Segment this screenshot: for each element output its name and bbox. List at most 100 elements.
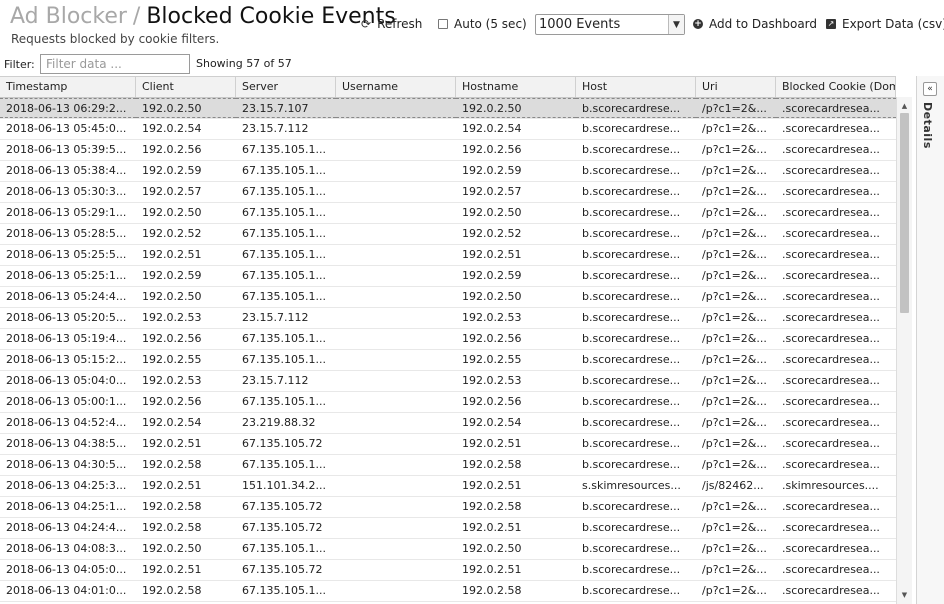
table-row[interactable]: 2018-06-13 04:30:5... 192.0.2.58 67.135.10… bbox=[0, 455, 896, 476]
table-cell: 192.0.2.52 bbox=[142, 227, 202, 240]
table-cell: .scorecardresea... bbox=[782, 521, 880, 534]
table-row[interactable]: 2018-06-13 04:38:5... 192.0.2.51 67.135.10… bbox=[0, 434, 896, 455]
table-row[interactable]: 2018-06-13 04:08:3... 192.0.2.50 67.135.10… bbox=[0, 539, 896, 560]
table-cell: 192.0.2.55 bbox=[142, 353, 202, 366]
add-to-dashboard-button[interactable]: + Add to Dashboard bbox=[693, 14, 817, 34]
table-cell: 67.135.105.1... bbox=[242, 458, 326, 471]
table-cell: 192.0.2.58 bbox=[142, 584, 202, 597]
column-header-host[interactable]: Host bbox=[576, 77, 696, 97]
table-cell bbox=[336, 119, 456, 139]
table-cell: 192.0.2.51 bbox=[462, 563, 522, 576]
table-cell: b.scorecardrese... bbox=[582, 206, 681, 219]
table-row[interactable]: 2018-06-13 04:24:4... 192.0.2.58 67.135.10… bbox=[0, 518, 896, 539]
table-row[interactable]: 2018-06-13 06:29:2... 192.0.2.50 23.15.7.1… bbox=[0, 98, 896, 119]
table-cell: 2018-06-13 05:04:0... bbox=[6, 374, 127, 387]
scrollbar-thumb[interactable] bbox=[900, 113, 909, 313]
table-cell: b.scorecardrese... bbox=[582, 332, 681, 345]
column-header-timestamp[interactable]: Timestamp bbox=[0, 77, 136, 97]
table-cell: .scorecardresea... bbox=[782, 416, 880, 429]
table-cell: 2018-06-13 05:15:2... bbox=[6, 353, 127, 366]
column-header-blocked-cookie[interactable]: Blocked Cookie (Domain) bbox=[776, 77, 896, 97]
column-header-uri[interactable]: Uri bbox=[696, 77, 776, 97]
table-cell: 192.0.2.58 bbox=[462, 584, 522, 597]
table-cell: 67.135.105.72 bbox=[242, 500, 323, 513]
table-cell: 192.0.2.50 bbox=[136, 98, 236, 118]
table-cell: 192.0.2.53 bbox=[462, 374, 522, 387]
table-row[interactable]: 2018-06-13 04:01:0... 192.0.2.58 67.135.10… bbox=[0, 581, 896, 602]
table-row[interactable]: 2018-06-13 05:25:5... 192.0.2.51 67.135.10… bbox=[0, 245, 896, 266]
auto-refresh-toggle[interactable]: Auto (5 sec) bbox=[438, 14, 527, 34]
table-cell: 192.0.2.51 bbox=[462, 479, 522, 492]
column-header-username[interactable]: Username bbox=[336, 77, 456, 97]
table-row[interactable]: 2018-06-13 04:25:3... 192.0.2.51 151.101.3… bbox=[0, 476, 896, 497]
plus-circle-icon: + bbox=[693, 19, 703, 29]
breadcrumb-ad-blocker[interactable]: Ad Blocker bbox=[10, 4, 127, 29]
table-row[interactable]: 2018-06-13 05:20:5... 192.0.2.53 23.15.7.1… bbox=[0, 308, 896, 329]
table-cell: 2018-06-13 04:38:5... bbox=[6, 437, 127, 450]
refresh-label: Refresh bbox=[377, 17, 423, 31]
events-table: Timestamp Client Server Username Hostnam… bbox=[0, 76, 896, 604]
table-row[interactable]: 2018-06-13 04:05:0... 192.0.2.51 67.135.10… bbox=[0, 560, 896, 581]
table-row[interactable]: 2018-06-13 05:28:5... 192.0.2.52 67.135.10… bbox=[0, 224, 896, 245]
table-cell: /p?c1=2&... bbox=[702, 248, 767, 261]
table-row[interactable]: 2018-06-13 04:52:4... 192.0.2.54 23.219.88… bbox=[0, 413, 896, 434]
chevron-down-icon[interactable]: ▼ bbox=[668, 15, 684, 34]
table-cell: /p?c1=2&... bbox=[702, 521, 767, 534]
table-row[interactable]: 2018-06-13 05:04:0... 192.0.2.53 23.15.7.1… bbox=[0, 371, 896, 392]
table-row[interactable]: 2018-06-13 05:38:4... 192.0.2.59 67.135.10… bbox=[0, 161, 896, 182]
export-data-button[interactable]: ↗ Export Data (csv) bbox=[826, 14, 944, 34]
table-cell: 67.135.105.1... bbox=[242, 227, 326, 240]
table-row[interactable]: 2018-06-13 05:24:4... 192.0.2.50 67.135.10… bbox=[0, 287, 896, 308]
table-cell: 23.15.7.112 bbox=[242, 311, 309, 324]
table-cell bbox=[336, 413, 456, 433]
table-cell: 192.0.2.53 bbox=[142, 374, 202, 387]
table-cell: 192.0.2.57 bbox=[142, 185, 202, 198]
table-cell: .scorecardresea... bbox=[782, 164, 880, 177]
table-cell: /p?c1=2&... bbox=[702, 500, 767, 513]
column-header-hostname[interactable]: Hostname bbox=[456, 77, 576, 97]
table-cell: /p?c1=2&... bbox=[696, 98, 776, 118]
table-row[interactable]: 2018-06-13 05:29:1... 192.0.2.50 67.135.10… bbox=[0, 203, 896, 224]
table-header: Timestamp Client Server Username Hostnam… bbox=[0, 77, 896, 98]
table-cell: .scorecardresea... bbox=[782, 353, 880, 366]
table-cell bbox=[336, 350, 456, 370]
table-cell: 192.0.2.58 bbox=[142, 458, 202, 471]
table-cell bbox=[336, 182, 456, 202]
scroll-up-icon[interactable]: ▲ bbox=[897, 99, 912, 113]
table-row[interactable]: 2018-06-13 05:39:5... 192.0.2.56 67.135.10… bbox=[0, 140, 896, 161]
table-cell: /js/82462... bbox=[702, 479, 764, 492]
table-row[interactable]: 2018-06-13 04:25:1... 192.0.2.58 67.135.10… bbox=[0, 497, 896, 518]
refresh-button[interactable]: ⟳ Refresh bbox=[361, 14, 422, 34]
table-cell: 192.0.2.59 bbox=[142, 269, 202, 282]
table-cell: 2018-06-13 04:25:3... bbox=[6, 479, 127, 492]
table-cell bbox=[336, 140, 456, 160]
column-header-client[interactable]: Client bbox=[136, 77, 236, 97]
vertical-scrollbar[interactable]: ▲ ▼ bbox=[896, 97, 912, 604]
auto-refresh-checkbox[interactable] bbox=[438, 19, 448, 29]
events-count-select[interactable]: 1000 Events ▼ bbox=[535, 14, 685, 35]
table-row[interactable]: 2018-06-13 05:25:1... 192.0.2.59 67.135.10… bbox=[0, 266, 896, 287]
table-cell: b.scorecardrese... bbox=[576, 98, 696, 118]
table-row[interactable]: 2018-06-13 05:19:4... 192.0.2.56 67.135.10… bbox=[0, 329, 896, 350]
table-cell: 67.135.105.72 bbox=[242, 437, 323, 450]
table-cell: 192.0.2.50 bbox=[462, 206, 522, 219]
filter-input[interactable] bbox=[40, 54, 190, 74]
table-cell: .scorecardresea... bbox=[782, 185, 880, 198]
table-cell: 2018-06-13 04:08:3... bbox=[6, 542, 127, 555]
details-label[interactable]: Details bbox=[921, 102, 934, 149]
table-row[interactable]: 2018-06-13 05:45:0... 192.0.2.54 23.15.7.1… bbox=[0, 119, 896, 140]
double-chevron-left-icon[interactable]: « bbox=[923, 82, 937, 96]
table-cell bbox=[336, 518, 456, 538]
table-cell: .scorecardresea... bbox=[782, 395, 880, 408]
table-cell: /p?c1=2&... bbox=[702, 227, 767, 240]
table-cell: 2018-06-13 04:05:0... bbox=[6, 563, 127, 576]
page-subtitle: Requests blocked by cookie filters. bbox=[11, 32, 220, 46]
scroll-down-icon[interactable]: ▼ bbox=[897, 588, 912, 602]
table-row[interactable]: 2018-06-13 05:15:2... 192.0.2.55 67.135.10… bbox=[0, 350, 896, 371]
table-cell: .scorecardresea... bbox=[782, 143, 880, 156]
table-cell bbox=[336, 497, 456, 517]
table-row[interactable]: 2018-06-13 05:30:3... 192.0.2.57 67.135.10… bbox=[0, 182, 896, 203]
column-header-server[interactable]: Server bbox=[236, 77, 336, 97]
table-row[interactable]: 2018-06-13 05:00:1... 192.0.2.56 67.135.10… bbox=[0, 392, 896, 413]
table-cell: 2018-06-13 04:30:5... bbox=[6, 458, 127, 471]
